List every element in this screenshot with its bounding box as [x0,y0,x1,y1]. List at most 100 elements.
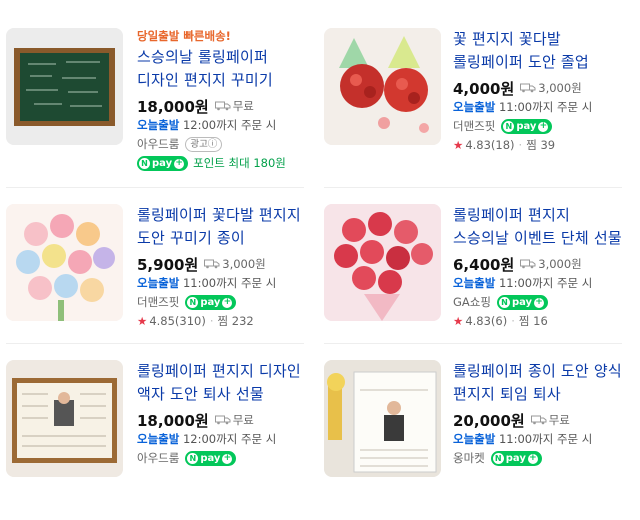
wish-count: 39 [540,138,556,152]
product-thumbnail[interactable] [6,204,123,321]
product-thumbnail[interactable] [6,360,123,477]
product-price: 6,400원 [453,255,515,274]
truck-icon [520,83,536,93]
dispatch-tag: 오늘출발 [137,276,180,290]
shipping-info: 무료 [530,412,570,428]
product-title[interactable]: 롤링페이퍼 꽃다발 편지지 도안 꾸미기 종이 [137,204,307,250]
dispatch-info: 오늘출발 12:00까지 주문 시 [137,430,307,449]
star-icon: ★ [453,138,464,152]
npay-badge: Npay + [185,451,237,466]
shipping-info: 3,000원 [520,80,582,96]
shipping-fee: 무료 [232,99,254,113]
product-thumbnail[interactable] [6,28,123,145]
rating-info: ★ 4.83 (6) · 찜 16 [453,312,623,331]
npay-badge: Npay + [490,451,542,466]
shipping-info: 무료 [214,98,254,114]
product-price: 18,000원 [137,411,209,430]
shipping-fee: 3,000원 [538,81,582,95]
product-card[interactable]: 꽃 편지지 꽃다발 롤링페이퍼 도안 졸업 스승의날 4,000원 3,000원… [318,28,636,188]
dispatch-tag: 오늘출발 [137,432,180,446]
rating-info: ★ 4.83 (18) · 찜 39 [453,136,623,155]
shipping-fee: 무료 [548,413,570,427]
rating-value: 4.83 [465,138,491,152]
dispatch-tag: 오늘출발 [453,276,496,290]
shipping-info: 무료 [214,412,254,428]
product-thumbnail[interactable] [324,28,441,145]
npay-badge: Npay + [137,156,189,171]
dispatch-text: 11:00까지 주문 시 [498,276,593,290]
shipping-fee: 3,000원 [222,257,266,271]
divider [324,343,622,344]
wish-label: 찜 [217,314,229,328]
promo-label: 당일출발 빠른배송! [137,29,231,43]
star-icon: ★ [137,314,148,328]
product-thumbnail[interactable] [324,360,441,477]
product-card[interactable]: 롤링페이퍼 꽃다발 편지지 도안 꾸미기 종이 5,900원 3,000원 오늘… [0,204,318,364]
point-info: Npay + 포인트 최대 180원 [137,154,307,173]
product-card[interactable]: 당일출발 빠른배송! 스승의날 롤링페이퍼 디자인 편지지 꾸미기 18,000… [0,28,318,188]
shipping-info: 3,000원 [204,256,266,272]
separator: · [518,138,523,152]
shipping-fee: 3,000원 [538,257,582,271]
dispatch-text: 11:00까지 주문 시 [498,100,593,114]
npay-badge: Npay + [185,295,237,310]
star-icon: ★ [453,314,464,328]
product-price: 4,000원 [453,79,515,98]
product-title[interactable]: 스승의날 롤링페이퍼 디자인 편지지 꾸미기 [137,46,307,92]
truck-icon [214,415,231,425]
divider [6,187,304,188]
seller-name[interactable]: 아우드룸 [137,135,179,154]
point-text: 포인트 최대 180원 [193,156,286,170]
product-card[interactable]: 롤링페이퍼 편지지 스승의날 이벤트 단체 선물 6,400원 3,000원 오… [318,204,636,364]
seller-name[interactable]: 더맨즈핏 [137,293,179,312]
dispatch-tag: 오늘출발 [137,118,180,132]
dispatch-tag: 오늘출발 [453,432,496,446]
truck-icon [204,259,220,269]
rating-value: 4.83 [465,314,491,328]
divider [324,187,622,188]
seller-name[interactable]: GA쇼핑 [453,293,491,312]
rating-value: 4.85 [149,314,175,328]
separator: · [209,314,214,328]
product-title[interactable]: 롤링페이퍼 종이 도안 양식 편지지 퇴임 퇴사 [453,360,623,406]
wish-count: 16 [533,314,548,328]
dispatch-info: 오늘출발 11:00까지 주문 시 [453,98,623,117]
truck-icon [214,101,231,111]
product-title[interactable]: 롤링페이퍼 편지지 스승의날 이벤트 단체 선물 [453,204,623,250]
product-price: 18,000원 [137,97,209,116]
product-grid: 당일출발 빠른배송! 스승의날 롤링페이퍼 디자인 편지지 꾸미기 18,000… [0,0,640,477]
truck-icon [520,259,536,269]
npay-badge: Npay + [501,119,553,134]
product-card[interactable]: 롤링페이퍼 종이 도안 양식 편지지 퇴임 퇴사 20,000원 무료 오늘출발… [318,360,636,520]
seller-name[interactable]: 아우드룸 [137,449,179,468]
dispatch-text: 11:00까지 주문 시 [182,276,277,290]
shipping-info: 3,000원 [520,256,582,272]
seller-name[interactable]: 옹마켓 [453,449,485,468]
truck-icon [530,415,547,425]
wish-count: 232 [231,314,254,328]
dispatch-text: 12:00까지 주문 시 [182,118,277,132]
review-count[interactable]: (18) [491,136,515,155]
npay-badge: Npay + [496,295,549,310]
product-title[interactable]: 롤링페이퍼 편지지 디자인 액자 도안 퇴사 선물 [137,360,307,406]
seller-name[interactable]: 더맨즈핏 [453,117,495,136]
dispatch-tag: 오늘출발 [453,100,496,114]
dispatch-info: 오늘출발 11:00까지 주문 시 [453,430,623,449]
review-count[interactable]: (6) [491,312,507,331]
divider [6,343,304,344]
separator: · [511,314,515,328]
product-title[interactable]: 꽃 편지지 꽃다발 롤링페이퍼 도안 졸업 스승의날 [453,28,623,74]
product-thumbnail[interactable] [324,204,441,321]
dispatch-text: 12:00까지 주문 시 [182,432,277,446]
dispatch-info: 오늘출발 12:00까지 주문 시 [137,116,307,135]
product-card[interactable]: 롤링페이퍼 편지지 디자인 액자 도안 퇴사 선물 18,000원 무료 오늘출… [0,360,318,520]
review-count[interactable]: (310) [175,312,206,331]
dispatch-info: 오늘출발 11:00까지 주문 시 [137,274,307,293]
wish-label: 찜 [518,314,530,328]
ad-badge[interactable]: 광고ⓘ [185,137,223,152]
dispatch-text: 11:00까지 주문 시 [498,432,593,446]
wish-label: 찜 [526,138,537,152]
product-price: 20,000원 [453,411,525,430]
rating-info: ★ 4.85 (310) · 찜 232 [137,312,307,331]
shipping-fee: 무료 [232,413,254,427]
